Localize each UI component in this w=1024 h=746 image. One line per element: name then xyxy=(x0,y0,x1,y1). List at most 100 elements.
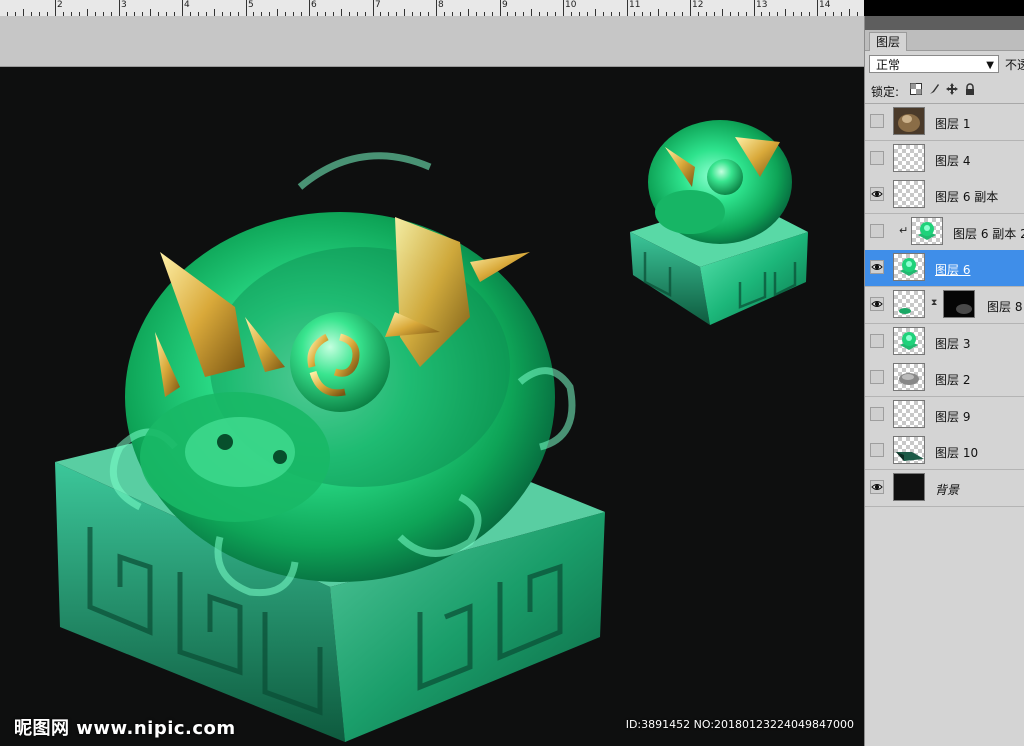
panel-tabs: 图层 xyxy=(865,30,1024,51)
layer-row[interactable]: ⧗ 图层 8 xyxy=(865,287,1024,324)
layer-row[interactable]: 图层 6 xyxy=(865,250,1024,288)
eye-icon xyxy=(871,191,883,198)
layers-panel: 图层 正常 ▼ 不透 锁定: 图层 1 图层 4 图层 6 副本 ↵ 图层 6 副本 2… xyxy=(864,16,1024,746)
visibility-toggle[interactable] xyxy=(870,260,884,275)
document-tab-area xyxy=(0,16,864,67)
ruler-label: 5 xyxy=(248,0,254,10)
lock-row: 锁定: xyxy=(865,77,1024,104)
ruler-tick xyxy=(627,0,628,16)
layer-row[interactable]: 图层 9 xyxy=(865,396,1024,434)
layer-thumbnail[interactable] xyxy=(893,399,925,428)
eye-icon xyxy=(871,264,883,271)
layer-thumbnail[interactable] xyxy=(893,253,925,282)
blend-mode-select[interactable]: 正常 ▼ xyxy=(869,55,999,73)
opacity-label: 不透 xyxy=(1005,58,1024,72)
ruler-tick xyxy=(722,9,723,16)
layer-thumbnail[interactable] xyxy=(893,363,925,392)
ruler-tick xyxy=(563,0,564,16)
ruler-tick xyxy=(754,0,755,16)
visibility-toggle[interactable] xyxy=(870,406,884,421)
blend-mode-value: 正常 xyxy=(876,58,901,72)
ruler-label: 12 xyxy=(692,0,704,10)
lock-position-icon[interactable] xyxy=(946,83,958,95)
ruler-tick xyxy=(468,9,469,16)
ruler-tick xyxy=(500,0,501,16)
layer-name[interactable]: 图层 6 xyxy=(935,261,970,278)
eye-icon xyxy=(871,484,883,490)
ruler-tick xyxy=(531,9,532,16)
ruler-tick xyxy=(277,9,278,16)
ruler-tick xyxy=(785,9,786,16)
panel-title-bar[interactable] xyxy=(865,16,1024,30)
ruler-tick xyxy=(150,9,151,16)
ruler-tick xyxy=(341,9,342,16)
artwork-jade-seal xyxy=(55,120,808,742)
ruler-label: 13 xyxy=(756,0,768,10)
layer-name[interactable]: 图层 9 xyxy=(935,408,970,425)
visibility-toggle[interactable] xyxy=(870,187,884,202)
layer-row[interactable]: ↵ 图层 6 副本 2 xyxy=(865,213,1024,251)
layer-name[interactable]: 图层 1 xyxy=(935,115,970,132)
visibility-toggle[interactable] xyxy=(870,443,884,458)
layer-thumbnail[interactable] xyxy=(893,290,925,318)
layer-row[interactable]: 图层 6 副本 xyxy=(865,177,1024,215)
tab-layers[interactable]: 图层 xyxy=(869,32,908,51)
ruler-tick xyxy=(119,0,120,16)
visibility-toggle[interactable] xyxy=(870,370,884,385)
ruler-label: 9 xyxy=(502,0,508,10)
ruler-label: 8 xyxy=(438,0,444,10)
layer-thumbnail[interactable] xyxy=(893,473,925,501)
mask-link-icon[interactable]: ⧗ xyxy=(931,298,937,308)
layer-name[interactable]: 背景 xyxy=(935,481,959,498)
layer-thumbnail[interactable] xyxy=(893,180,925,209)
chevron-down-icon: ▼ xyxy=(986,60,994,71)
layer-thumbnail[interactable] xyxy=(893,107,925,135)
layer-thumbnail[interactable] xyxy=(893,326,925,355)
ruler-tick xyxy=(849,9,850,16)
layer-row[interactable]: 背景 xyxy=(865,470,1024,507)
visibility-toggle[interactable] xyxy=(870,333,884,348)
eye-icon xyxy=(871,301,883,307)
horizontal-ruler[interactable]: 234567891011121314151617 xyxy=(0,0,864,17)
lock-label: 锁定: xyxy=(871,85,900,99)
layer-row[interactable]: 图层 2 xyxy=(865,360,1024,398)
visibility-toggle[interactable] xyxy=(870,297,884,311)
lock-all-icon[interactable] xyxy=(964,83,976,95)
ruler-tick xyxy=(23,9,24,16)
large-seal xyxy=(55,152,605,742)
clip-arrow-icon: ↵ xyxy=(899,223,909,237)
layer-name[interactable]: 图层 6 副本 2 xyxy=(953,225,1024,242)
ruler-tick xyxy=(309,0,310,16)
layer-name[interactable]: 图层 2 xyxy=(935,371,970,388)
layer-name[interactable]: 图层 3 xyxy=(935,335,970,352)
layer-name[interactable]: 图层 10 xyxy=(935,444,978,461)
lock-pixels-icon[interactable] xyxy=(928,83,940,95)
visibility-toggle[interactable] xyxy=(870,480,884,494)
layer-thumbnail[interactable] xyxy=(911,216,943,245)
watermark-id: ID:3891452 NO:20180123224049847000 xyxy=(625,718,854,731)
ruler-tick xyxy=(817,0,818,16)
layer-name[interactable]: 图层 4 xyxy=(935,152,970,169)
ruler-tick xyxy=(595,9,596,16)
document-canvas[interactable]: 昵图网 www.nipic.com ID:3891452 NO:20180123… xyxy=(0,67,864,746)
layer-row[interactable]: 图层 10 xyxy=(865,433,1024,471)
layer-name[interactable]: 图层 6 副本 xyxy=(935,188,998,205)
visibility-toggle[interactable] xyxy=(870,150,884,165)
blend-mode-row: 正常 ▼ 不透 xyxy=(865,51,1024,77)
ruler-label: 11 xyxy=(629,0,641,10)
lock-transparency-icon[interactable] xyxy=(910,83,922,95)
layer-thumbnail[interactable] xyxy=(893,436,925,465)
layer-name[interactable]: 图层 8 xyxy=(987,298,1022,315)
ruler-tick xyxy=(436,0,437,16)
ruler-tick xyxy=(182,0,183,16)
ruler-tick xyxy=(214,9,215,16)
layer-row[interactable]: 图层 3 xyxy=(865,323,1024,361)
visibility-toggle[interactable] xyxy=(870,223,884,238)
layer-row[interactable]: 图层 4 xyxy=(865,140,1024,178)
layer-thumbnail[interactable] xyxy=(893,143,925,172)
ruler-tick xyxy=(404,9,405,16)
layer-mask-thumbnail[interactable] xyxy=(943,290,975,318)
ruler-label: 2 xyxy=(57,0,63,10)
layer-row[interactable]: 图层 1 xyxy=(865,104,1024,141)
visibility-toggle[interactable] xyxy=(870,114,884,128)
